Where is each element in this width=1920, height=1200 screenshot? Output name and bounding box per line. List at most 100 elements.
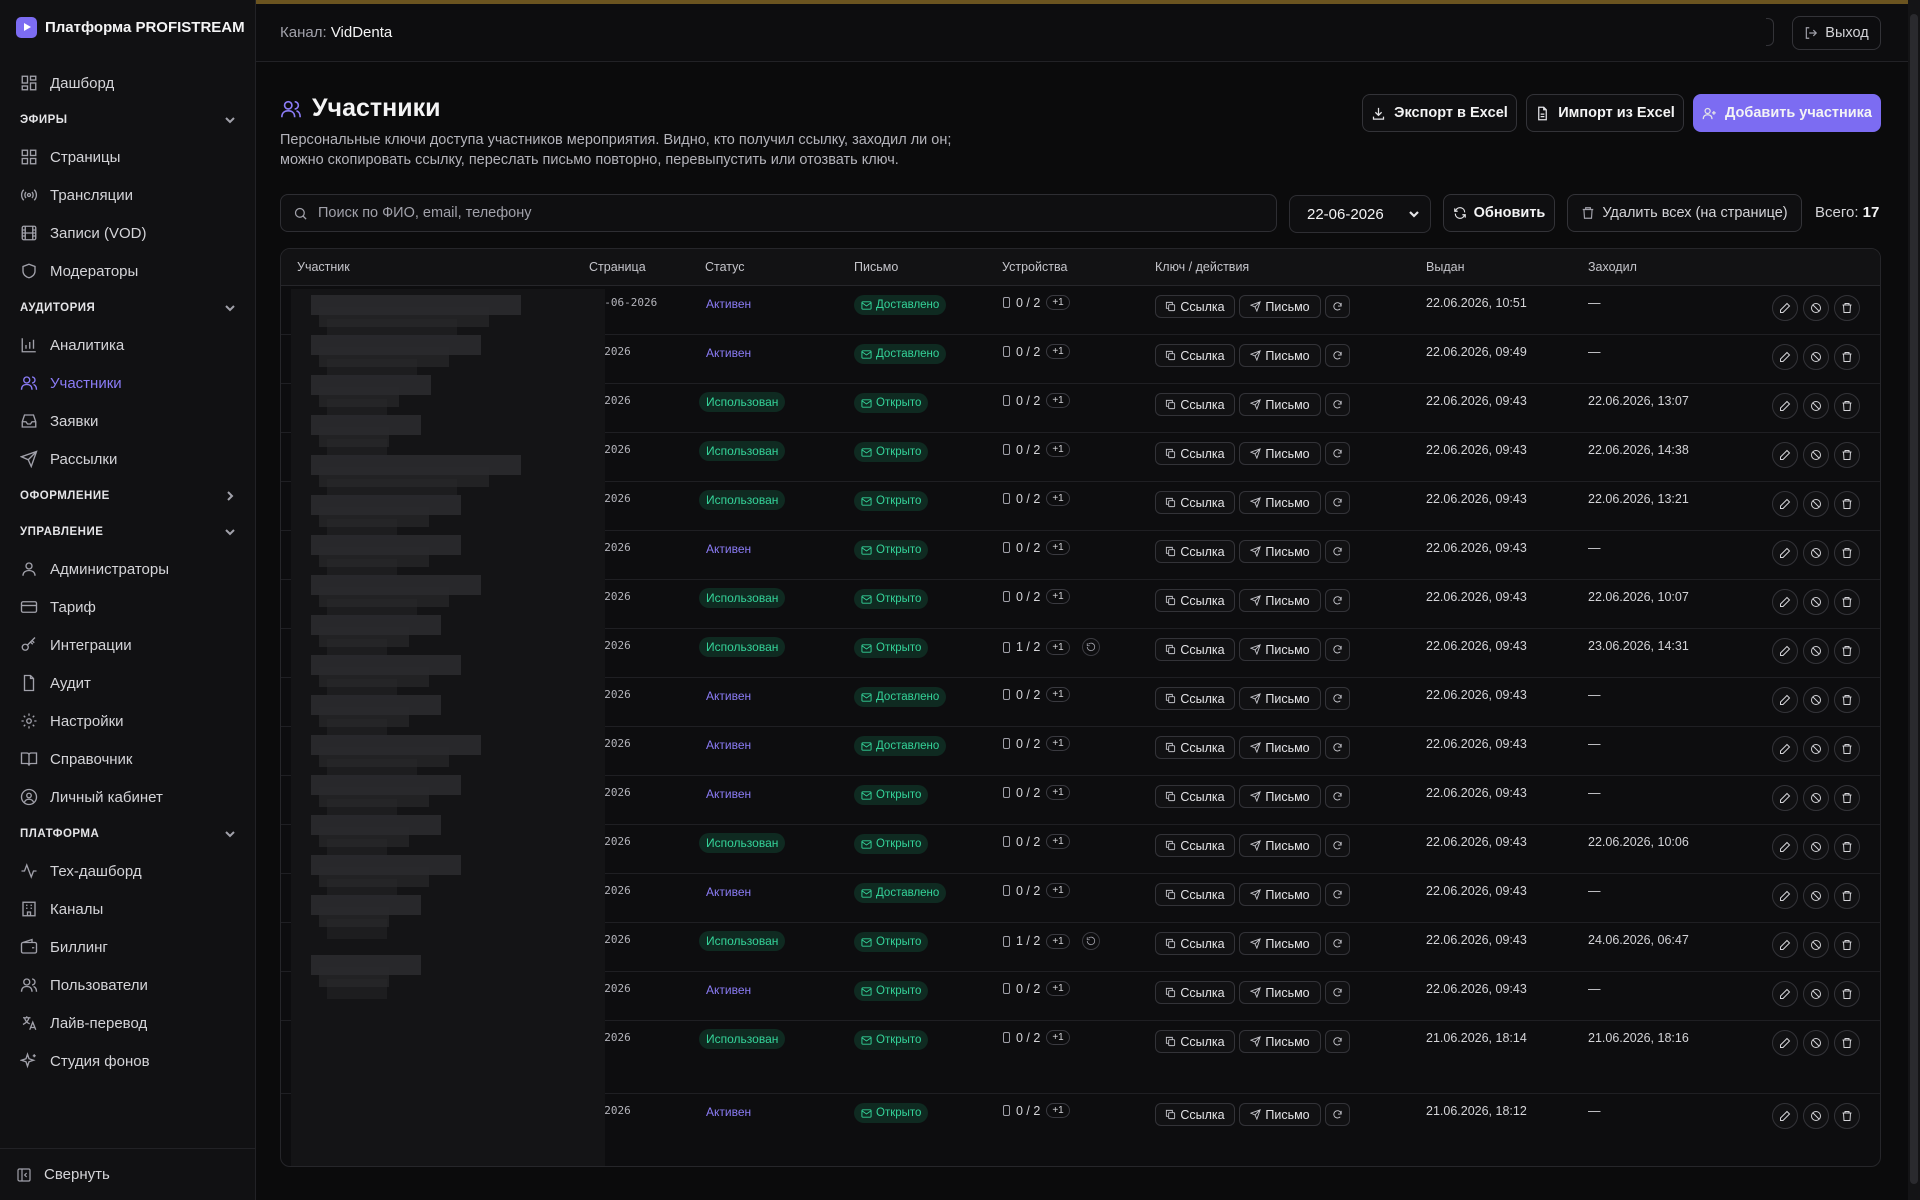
delete-button[interactable]	[1834, 638, 1860, 664]
add-device-button[interactable]: +1	[1046, 393, 1070, 408]
copy-link-button[interactable]: Ссылка	[1155, 883, 1235, 906]
copy-link-button[interactable]: Ссылка	[1155, 1103, 1235, 1126]
add-device-button[interactable]: +1	[1046, 1103, 1070, 1118]
add-device-button[interactable]: +1	[1046, 540, 1070, 555]
search-input[interactable]	[318, 205, 1258, 221]
revoke-button[interactable]	[1803, 295, 1829, 321]
sidebar-item-backgrounds-studio[interactable]: Студия фонов	[0, 1042, 256, 1080]
edit-button[interactable]	[1772, 344, 1798, 370]
sidebar-item-participants[interactable]: Участники	[0, 364, 256, 402]
reissue-key-button[interactable]	[1325, 1030, 1350, 1053]
reissue-key-button[interactable]	[1325, 393, 1350, 416]
sidebar-item-vod[interactable]: Записи (VOD)	[0, 214, 256, 252]
edit-button[interactable]	[1772, 1103, 1798, 1129]
add-device-button[interactable]: +1	[1046, 785, 1070, 800]
resend-letter-button[interactable]: Письмо	[1239, 344, 1321, 367]
column-header[interactable]: Участник	[297, 260, 350, 274]
delete-button[interactable]	[1834, 883, 1860, 909]
sidebar-item-users[interactable]: Пользователи	[0, 966, 256, 1004]
reissue-key-button[interactable]	[1325, 687, 1350, 710]
copy-link-button[interactable]: Ссылка	[1155, 393, 1235, 416]
revoke-button[interactable]	[1803, 589, 1829, 615]
resend-letter-button[interactable]: Письмо	[1239, 491, 1321, 514]
revoke-button[interactable]	[1803, 834, 1829, 860]
reissue-key-button[interactable]	[1325, 736, 1350, 759]
revoke-button[interactable]	[1803, 393, 1829, 419]
sidebar-item-mailings[interactable]: Рассылки	[0, 440, 256, 478]
reissue-key-button[interactable]	[1325, 981, 1350, 1004]
revoke-button[interactable]	[1803, 785, 1829, 811]
delete-button[interactable]	[1834, 344, 1860, 370]
edit-button[interactable]	[1772, 736, 1798, 762]
delete-button[interactable]	[1834, 932, 1860, 958]
copy-link-button[interactable]: Ссылка	[1155, 687, 1235, 710]
edit-button[interactable]	[1772, 981, 1798, 1007]
edit-button[interactable]	[1772, 834, 1798, 860]
edit-button[interactable]	[1772, 491, 1798, 517]
resend-letter-button[interactable]: Письмо	[1239, 1030, 1321, 1053]
revoke-button[interactable]	[1803, 540, 1829, 566]
reset-devices-button[interactable]	[1081, 932, 1100, 950]
copy-link-button[interactable]: Ссылка	[1155, 932, 1235, 955]
edit-button[interactable]	[1772, 687, 1798, 713]
revoke-button[interactable]	[1803, 736, 1829, 762]
revoke-button[interactable]	[1803, 883, 1829, 909]
reissue-key-button[interactable]	[1325, 932, 1350, 955]
reset-devices-button[interactable]	[1081, 638, 1100, 656]
page-scrollbar[interactable]	[1908, 0, 1920, 1200]
copy-link-button[interactable]: Ссылка	[1155, 491, 1235, 514]
revoke-button[interactable]	[1803, 442, 1829, 468]
sidebar-item-pages[interactable]: Страницы	[0, 138, 256, 176]
delete-button[interactable]	[1834, 785, 1860, 811]
section-management[interactable]: УПРАВЛЕНИЕ	[0, 514, 256, 550]
add-device-button[interactable]: +1	[1046, 933, 1070, 949]
reissue-key-button[interactable]	[1325, 491, 1350, 514]
collapse-sidebar-button[interactable]: Свернуть	[16, 1166, 110, 1183]
copy-link-button[interactable]: Ссылка	[1155, 295, 1235, 318]
reissue-key-button[interactable]	[1325, 344, 1350, 367]
resend-letter-button[interactable]: Письмо	[1239, 589, 1321, 612]
delete-button[interactable]	[1834, 687, 1860, 713]
column-header[interactable]: Ключ / действия	[1155, 260, 1249, 274]
revoke-button[interactable]	[1803, 344, 1829, 370]
column-header[interactable]: Устройства	[1002, 260, 1067, 274]
sidebar-item-analytics[interactable]: Аналитика	[0, 326, 256, 364]
resend-letter-button[interactable]: Письмо	[1239, 295, 1321, 318]
sidebar-item-broadcasts[interactable]: Трансляции	[0, 176, 256, 214]
import-excel-button[interactable]: Импорт из Excel	[1526, 94, 1684, 132]
column-header[interactable]: Страница	[589, 260, 646, 274]
revoke-button[interactable]	[1803, 1030, 1829, 1056]
add-device-button[interactable]: +1	[1046, 687, 1070, 702]
copy-link-button[interactable]: Ссылка	[1155, 589, 1235, 612]
refresh-button[interactable]: Обновить	[1443, 194, 1555, 232]
revoke-button[interactable]	[1803, 1103, 1829, 1129]
date-select[interactable]: 22-06-2026	[1289, 195, 1431, 233]
column-header[interactable]: Письмо	[854, 260, 898, 274]
add-device-button[interactable]: +1	[1046, 981, 1070, 996]
sidebar-item-dashboard[interactable]: Дашборд	[0, 64, 256, 102]
brand[interactable]: Платформа PROFISTREAM	[16, 16, 245, 38]
resend-letter-button[interactable]: Письмо	[1239, 981, 1321, 1004]
resend-letter-button[interactable]: Письмо	[1239, 442, 1321, 465]
sidebar-item-admins[interactable]: Администраторы	[0, 550, 256, 588]
add-participant-button[interactable]: Добавить участника	[1693, 94, 1881, 132]
sidebar-item-settings[interactable]: Настройки	[0, 702, 256, 740]
sidebar-item-billing[interactable]: Биллинг	[0, 928, 256, 966]
add-device-button[interactable]: +1	[1046, 834, 1070, 849]
reissue-key-button[interactable]	[1325, 834, 1350, 857]
delete-button[interactable]	[1834, 442, 1860, 468]
column-header[interactable]: Выдан	[1426, 260, 1464, 274]
add-device-button[interactable]: +1	[1046, 639, 1070, 655]
sidebar-item-audit[interactable]: Аудит	[0, 664, 256, 702]
copy-link-button[interactable]: Ссылка	[1155, 638, 1235, 661]
copy-link-button[interactable]: Ссылка	[1155, 981, 1235, 1004]
delete-button[interactable]	[1834, 295, 1860, 321]
add-device-button[interactable]: +1	[1046, 589, 1070, 604]
edit-button[interactable]	[1772, 589, 1798, 615]
delete-all-button[interactable]: Удалить всех (на странице)	[1567, 194, 1802, 232]
delete-button[interactable]	[1834, 1103, 1860, 1129]
edit-button[interactable]	[1772, 295, 1798, 321]
add-device-button[interactable]: +1	[1046, 883, 1070, 898]
revoke-button[interactable]	[1803, 638, 1829, 664]
sidebar-item-tech-dashboard[interactable]: Тех-дашборд	[0, 852, 256, 890]
